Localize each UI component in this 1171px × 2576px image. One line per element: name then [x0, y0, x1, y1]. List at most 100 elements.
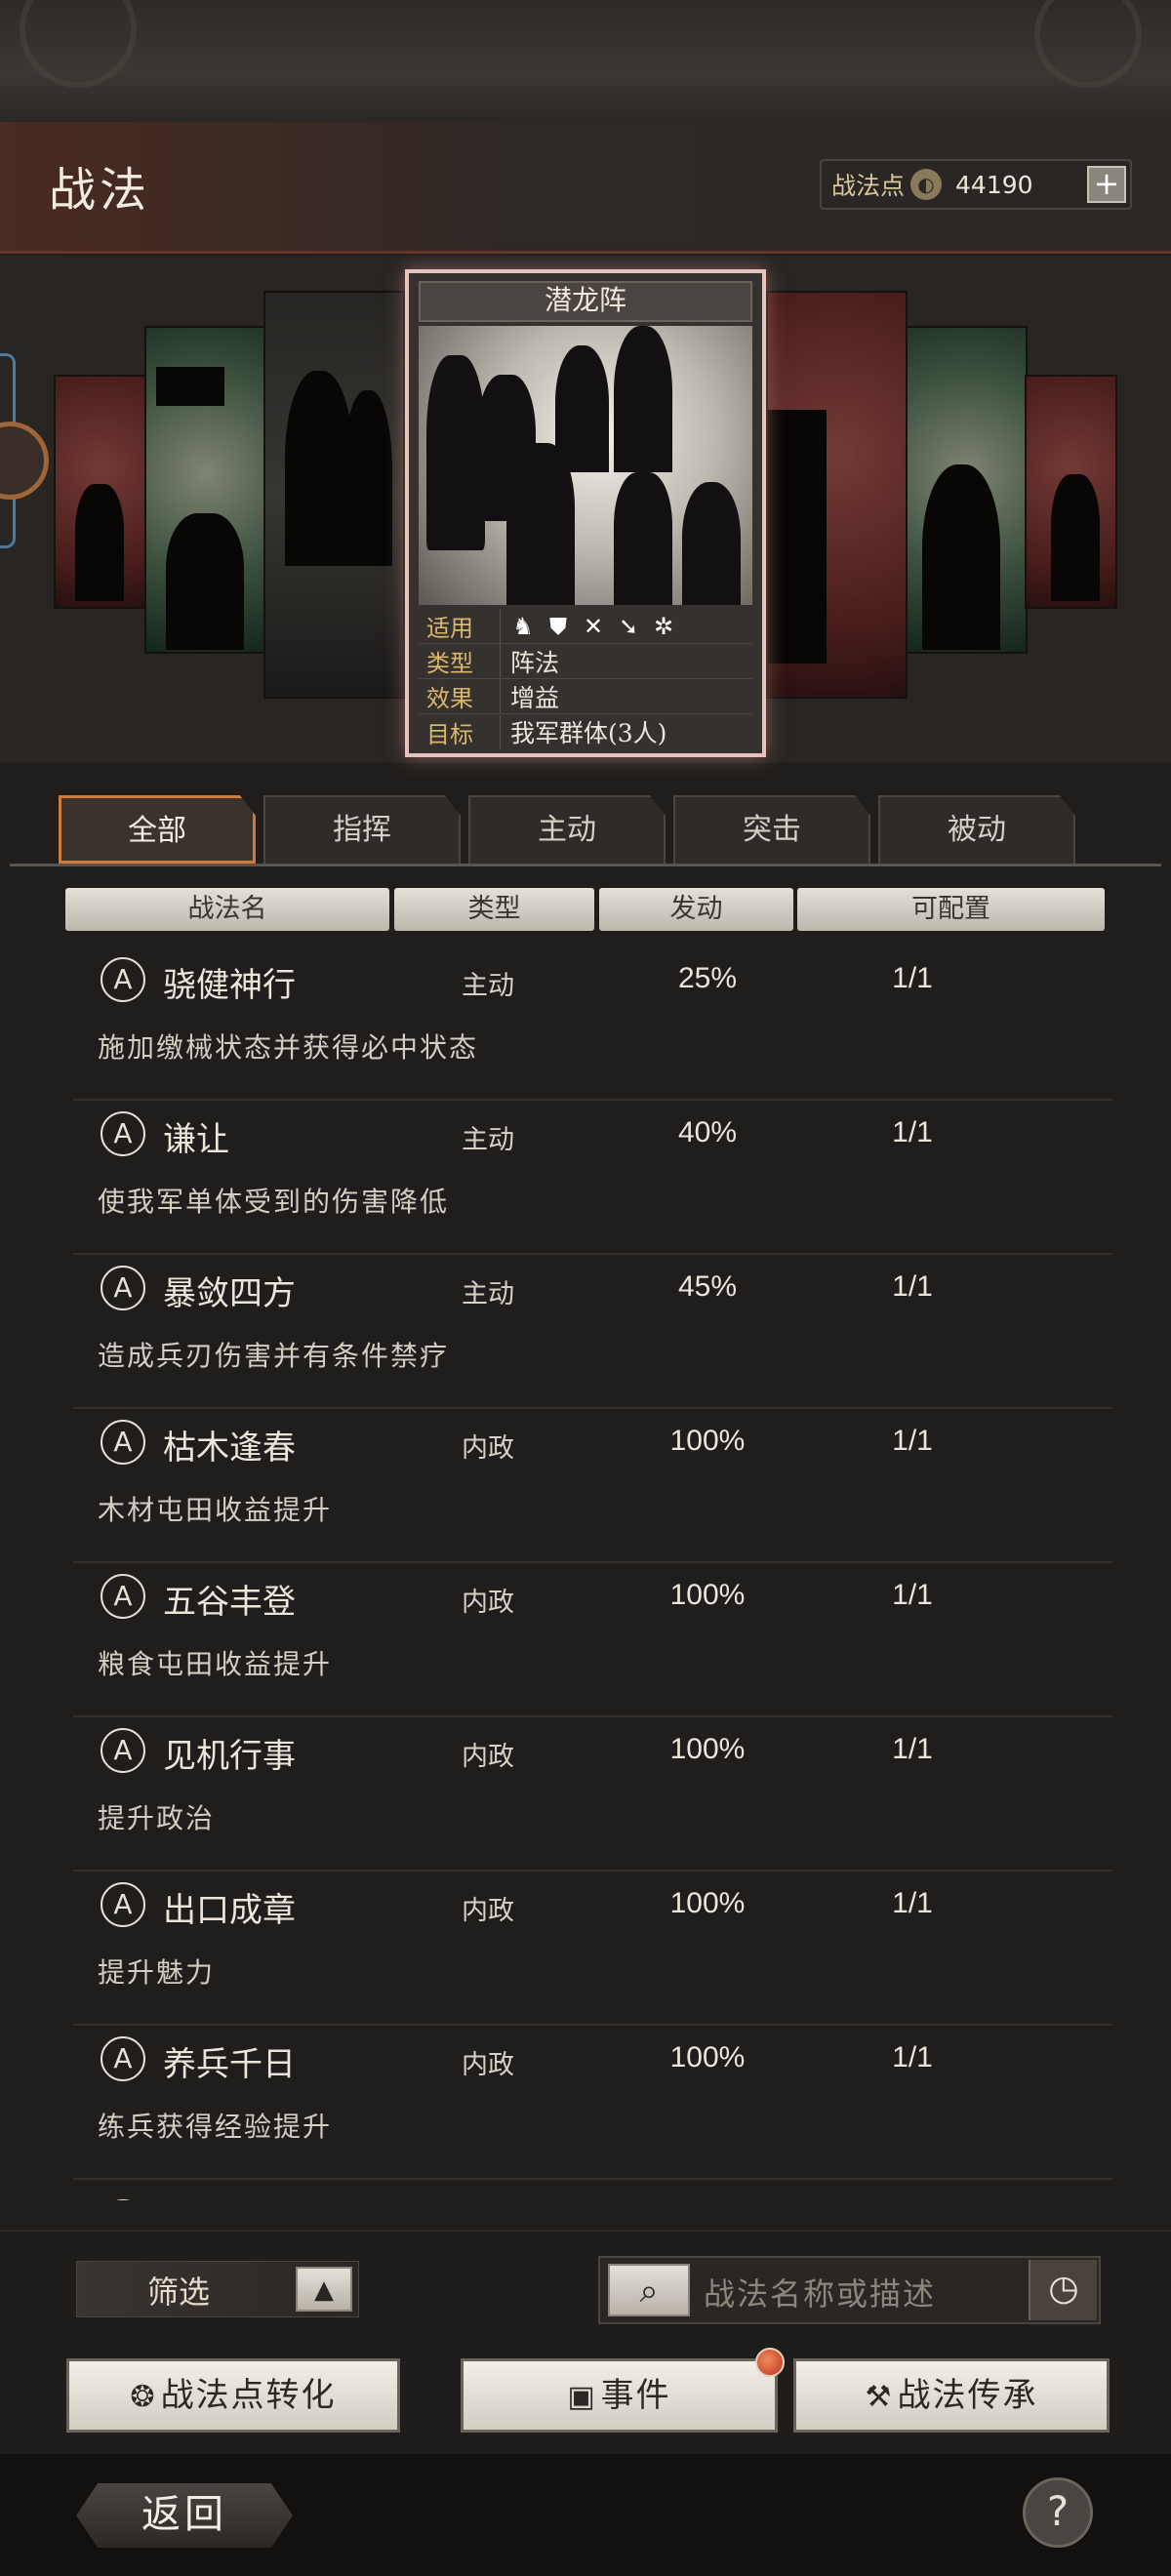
- tactic-point-coin-icon: ◐: [910, 169, 943, 200]
- grade-badge: A: [101, 1266, 145, 1310]
- carousel-card[interactable]: [906, 326, 1028, 654]
- bow-icon: ✕: [583, 612, 604, 640]
- info-value: 阵法: [510, 648, 560, 677]
- grade-badge: A: [101, 1728, 145, 1773]
- info-row-type: 类型 阵法: [419, 644, 752, 679]
- hammer-icon: ⚒: [865, 2380, 894, 2414]
- filter-toggle[interactable]: 筛选 ▲: [76, 2261, 359, 2317]
- inherit-tactic-label: 战法传承: [897, 2376, 1038, 2415]
- info-row-applies: 适用 ♞ ⛊ ✕ ➘ ✲: [419, 609, 752, 644]
- tactic-points-label: 战法点: [831, 172, 906, 200]
- alert-icon: ▣: [567, 2380, 597, 2414]
- tab-assault[interactable]: 突击: [673, 795, 870, 864]
- grade-badge: A: [101, 1882, 145, 1927]
- grade-badge: A: [101, 2036, 145, 2081]
- tactic-rate: 100%: [669, 1733, 746, 1765]
- convert-points-label: 战法点转化: [160, 2376, 337, 2415]
- search-box[interactable]: ⌕ 战法名称或描述 ◷: [598, 2256, 1101, 2324]
- tactic-config: 1/1: [892, 1270, 933, 1303]
- list-item[interactable]: A 谦让 主动 40% 1/1 使我军单体受到的伤害降低: [73, 1101, 1112, 1255]
- list-item-partial[interactable]: [73, 2180, 1112, 2200]
- tactic-rate: 45%: [677, 1270, 738, 1303]
- tactic-name: 骁健神行: [163, 966, 296, 1005]
- tactic-description: 造成兵刃伤害并有条件禁疗: [98, 1340, 450, 1372]
- inherit-tactic-button[interactable]: ⚒ 战法传承: [793, 2358, 1110, 2433]
- info-key: 效果: [419, 679, 501, 713]
- info-value: 增益: [510, 683, 560, 712]
- list-item[interactable]: A 五谷丰登 内政 100% 1/1 粮食屯田收益提升: [73, 1563, 1112, 1717]
- list-item[interactable]: A 暴敛四方 主动 45% 1/1 造成兵刃伤害并有条件禁疗: [73, 1255, 1112, 1409]
- tactic-type: 主动: [462, 1279, 514, 1309]
- carousel-card[interactable]: [1025, 375, 1117, 609]
- tactic-list[interactable]: A 骁健神行 主动 25% 1/1 施加缴械状态并获得必中状态 A 谦让 主动 …: [0, 946, 1171, 2200]
- tactic-name: 暴敛四方: [163, 1274, 296, 1313]
- list-item[interactable]: A 骁健神行 主动 25% 1/1 施加缴械状态并获得必中状态: [73, 946, 1112, 1101]
- events-button[interactable]: ▣ 事件: [461, 2348, 785, 2433]
- grade-badge: A: [101, 957, 145, 1002]
- tactic-points-display: 战法点 ◐ 44190 +: [820, 159, 1132, 210]
- tactic-config: 1/1: [892, 1425, 933, 1457]
- list-item[interactable]: A 见机行事 内政 100% 1/1 提升政治: [73, 1717, 1112, 1872]
- list-item[interactable]: A 养兵千日 内政 100% 1/1 练兵获得经验提升: [73, 2026, 1112, 2180]
- cavalry-icon: ♞: [512, 612, 534, 640]
- history-clock-icon[interactable]: ◷: [1029, 2260, 1097, 2320]
- list-item[interactable]: A 出口成章 内政 100% 1/1 提升魅力: [73, 1872, 1112, 2026]
- tactic-description: 使我军单体受到的伤害降低: [98, 1186, 450, 1218]
- tactic-type: 内政: [462, 1896, 514, 1926]
- convert-points-button[interactable]: ❂ 战法点转化: [66, 2358, 400, 2433]
- grade-badge: [101, 2199, 145, 2200]
- page-title: 战法: [49, 163, 151, 218]
- tactic-rate: 100%: [669, 1425, 746, 1457]
- wheel-icon: ✲: [653, 612, 674, 640]
- tab-divider: [10, 864, 1161, 866]
- tactic-name: 养兵千日: [163, 2045, 296, 2084]
- tab-command[interactable]: 指挥: [263, 795, 461, 864]
- expand-up-icon[interactable]: ▲: [296, 2267, 352, 2312]
- featured-tactic-card[interactable]: 潜龙阵 适用 ♞ ⛊ ✕ ➘ ✲ 类型 阵法 效果 增益 目标 我军群体(3人): [405, 269, 766, 757]
- flame-icon: ❂: [130, 2380, 157, 2414]
- bottom-toolbar: 筛选 ▲ ⌕ 战法名称或描述 ◷ ❂ 战法点转化 ▣ 事件 ⚒ 战法传承: [0, 2230, 1171, 2454]
- back-button[interactable]: 返回: [76, 2483, 293, 2548]
- column-header-type[interactable]: 类型: [394, 888, 594, 931]
- tactic-description: 提升政治: [98, 1802, 216, 1834]
- carousel-card[interactable]: [54, 375, 146, 609]
- help-icon[interactable]: ?: [1023, 2477, 1093, 2548]
- info-row-effect: 效果 增益: [419, 679, 752, 714]
- carousel-card[interactable]: [766, 291, 908, 699]
- tactic-rate: 25%: [677, 962, 738, 994]
- tactic-config: 1/1: [892, 1887, 933, 1919]
- info-value: 我军群体(3人): [510, 719, 667, 747]
- add-points-button[interactable]: +: [1087, 166, 1126, 203]
- tab-active[interactable]: 主动: [468, 795, 666, 864]
- search-input[interactable]: 战法名称或描述: [704, 2270, 936, 2314]
- tab-passive[interactable]: 被动: [878, 795, 1075, 864]
- carousel-card[interactable]: [144, 326, 266, 654]
- events-label: 事件: [600, 2376, 671, 2415]
- tactic-type: 内政: [462, 1742, 514, 1772]
- column-header-rate[interactable]: 发动: [599, 888, 793, 931]
- top-decoration: [0, 0, 1171, 122]
- info-row-target: 目标 我军群体(3人): [419, 714, 752, 749]
- featured-card-title: 潜龙阵: [419, 281, 752, 322]
- search-icon[interactable]: ⌕: [608, 2264, 690, 2316]
- column-header-config[interactable]: 可配置: [797, 888, 1105, 931]
- side-ornament-icon: [0, 422, 49, 500]
- shield-icon: ⛊: [549, 612, 567, 640]
- tactic-name: 五谷丰登: [163, 1583, 296, 1622]
- carousel-card[interactable]: [263, 291, 405, 699]
- grade-badge: A: [101, 1420, 145, 1465]
- tactic-config: 1/1: [892, 2041, 933, 2073]
- tactic-points-value: 44190: [955, 170, 1033, 199]
- spear-icon: ➘: [618, 612, 639, 640]
- tactic-type: 内政: [462, 1433, 514, 1464]
- column-header-name[interactable]: 战法名: [65, 888, 389, 931]
- notification-dot: [755, 2348, 785, 2377]
- list-item[interactable]: A 枯木逢春 内政 100% 1/1 木材屯田收益提升: [73, 1409, 1112, 1563]
- tactic-type: 内政: [462, 1588, 514, 1618]
- tactic-description: 施加缴械状态并获得必中状态: [98, 1031, 479, 1064]
- category-tabs: 全部 指挥 主动 突击 被动: [59, 795, 1075, 864]
- tactic-type: 主动: [462, 971, 514, 1001]
- tactic-description: 练兵获得经验提升: [98, 2111, 333, 2143]
- filter-label: 筛选: [147, 2274, 211, 2311]
- tab-all[interactable]: 全部: [59, 795, 256, 864]
